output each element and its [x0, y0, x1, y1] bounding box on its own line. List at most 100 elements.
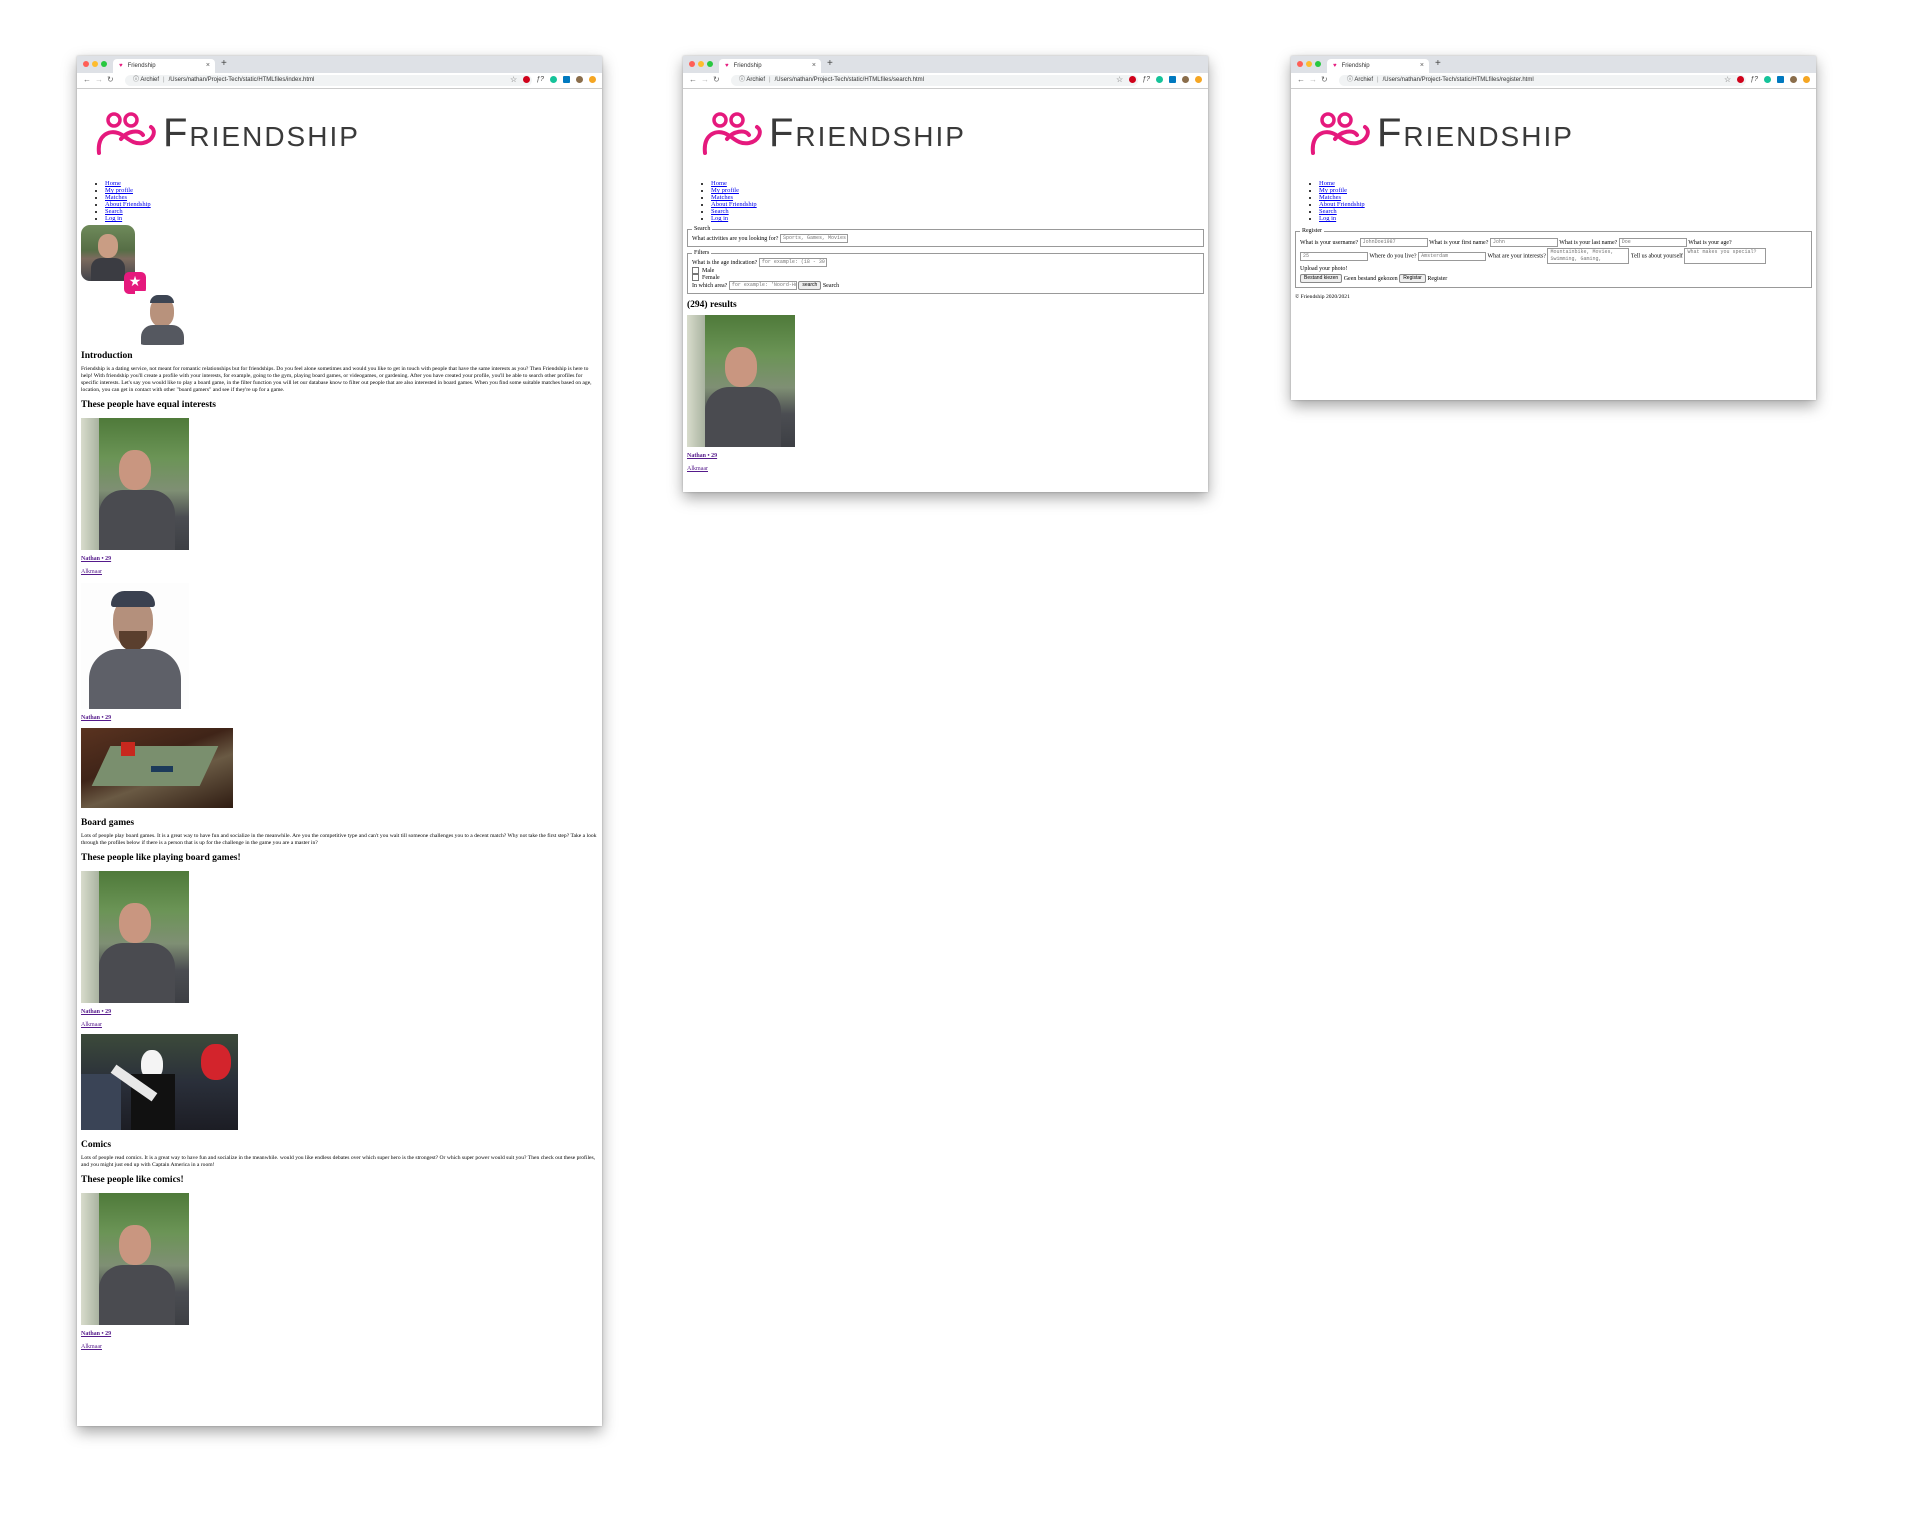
interests-textarea[interactable]: Mountainbike, Movies, Swimming, Gaming, [1547, 248, 1630, 264]
nav-link-search[interactable]: Search [711, 208, 729, 215]
formula-extension-icon[interactable]: ƒ? [1142, 76, 1150, 83]
menu-extension-icon[interactable] [1195, 76, 1202, 83]
choose-file-button[interactable]: Bestand kiezen [1300, 274, 1343, 284]
result-city-link[interactable]: Alkmaar [687, 466, 1204, 472]
reload-icon[interactable]: ↻ [1321, 75, 1328, 84]
nav-link-about[interactable]: About Friendship [105, 201, 151, 208]
nav-item-home[interactable]: Home [711, 180, 1204, 187]
close-window-button[interactable] [1297, 61, 1303, 67]
trello-extension-icon[interactable] [1169, 76, 1176, 83]
reload-icon[interactable]: ↻ [107, 75, 114, 84]
trello-extension-icon[interactable] [1777, 76, 1784, 83]
match-photo[interactable] [81, 583, 189, 709]
trello-extension-icon[interactable] [563, 76, 570, 83]
close-window-button[interactable] [689, 61, 695, 67]
address-bar[interactable]: ⓘ Archief |/Users/nathan/Project-Tech/sta… [125, 75, 532, 86]
minimize-window-button[interactable] [1306, 61, 1312, 67]
nav-link-home[interactable]: Home [1319, 180, 1335, 187]
search-button[interactable]: search [798, 281, 822, 290]
adblock-extension-icon[interactable] [523, 76, 531, 83]
forward-icon[interactable]: → [95, 75, 103, 84]
nav-item-about[interactable]: About Friendship [711, 201, 1204, 208]
reload-icon[interactable]: ↻ [713, 75, 720, 84]
nav-item-login[interactable]: Log in [105, 215, 598, 222]
browser-tab[interactable]: ♥ Friendship × [113, 59, 215, 73]
nav-item-home[interactable]: Home [105, 180, 598, 187]
nav-link-login[interactable]: Log in [1319, 215, 1336, 222]
match-name-link[interactable]: Nathan • 29 [81, 1009, 598, 1015]
browser-tab[interactable]: ♥ Friendship × [719, 59, 821, 73]
bookmark-star-icon[interactable]: ☆ [1116, 75, 1123, 84]
nav-link-home[interactable]: Home [711, 180, 727, 187]
nav-link-my-profile[interactable]: My profile [711, 187, 739, 194]
match-city-link[interactable]: Alkmaar [81, 1344, 598, 1350]
match-photo[interactable] [81, 418, 189, 550]
nav-item-home[interactable]: Home [1319, 180, 1812, 187]
close-window-button[interactable] [83, 61, 89, 67]
forward-icon[interactable]: → [1309, 75, 1317, 84]
formula-extension-icon[interactable]: ƒ? [1750, 76, 1758, 83]
match-name-link[interactable]: Nathan • 29 [81, 715, 598, 721]
firstname-input[interactable]: John [1489, 238, 1558, 248]
adblock-extension-icon[interactable] [1129, 76, 1137, 83]
match-city-link[interactable]: Alkmaar [81, 569, 598, 575]
female-checkbox[interactable] [692, 274, 699, 281]
close-tab-icon[interactable]: × [206, 59, 210, 73]
profile-avatar-icon[interactable] [1182, 76, 1189, 83]
bookmark-star-icon[interactable]: ☆ [510, 75, 517, 84]
nav-link-search[interactable]: Search [1319, 208, 1337, 215]
nav-item-search[interactable]: Search [105, 208, 598, 215]
age-input[interactable]: for example: (18 - 30 yrs) [758, 258, 827, 267]
match-photo[interactable] [81, 871, 189, 1003]
nav-link-search[interactable]: Search [105, 208, 123, 215]
nav-link-matches[interactable]: Matches [1319, 194, 1341, 201]
nav-item-my-profile[interactable]: My profile [711, 187, 1204, 194]
nav-link-home[interactable]: Home [105, 180, 121, 187]
nav-link-matches[interactable]: Matches [105, 194, 127, 201]
register-button[interactable]: Registar [1399, 274, 1426, 284]
username-input[interactable]: JohnDoe1987 [1359, 238, 1428, 248]
close-tab-icon[interactable]: × [1420, 59, 1424, 73]
adblock-extension-icon[interactable] [1737, 76, 1745, 83]
nav-link-my-profile[interactable]: My profile [105, 187, 133, 194]
match-name-link[interactable]: Nathan • 29 [81, 556, 598, 562]
site-logo[interactable]: Friendship [1295, 88, 1812, 178]
nav-item-about[interactable]: About Friendship [105, 201, 598, 208]
minimize-window-button[interactable] [698, 61, 704, 67]
menu-extension-icon[interactable] [589, 76, 596, 83]
male-checkbox[interactable] [692, 267, 699, 274]
match-photo[interactable] [81, 1193, 189, 1325]
new-tab-button[interactable]: + [827, 58, 833, 69]
match-city-link[interactable]: Alkmaar [81, 1022, 598, 1028]
nav-link-matches[interactable]: Matches [711, 194, 733, 201]
nav-item-search[interactable]: Search [1319, 208, 1812, 215]
nav-link-about[interactable]: About Friendship [711, 201, 757, 208]
browser-tab[interactable]: ♥ Friendship × [1327, 59, 1429, 73]
grammarly-extension-icon[interactable] [1156, 76, 1163, 83]
site-logo[interactable]: Friendship [81, 88, 598, 178]
nav-item-login[interactable]: Log in [711, 215, 1204, 222]
profile-avatar-icon[interactable] [576, 76, 583, 83]
new-tab-button[interactable]: + [221, 58, 227, 69]
nav-item-matches[interactable]: Matches [711, 194, 1204, 201]
grammarly-extension-icon[interactable] [1764, 76, 1771, 83]
about-textarea[interactable]: What makes you special? [1684, 248, 1767, 264]
address-bar[interactable]: ⓘ Archief |/Users/nathan/Project-Tech/sta… [1339, 75, 1746, 86]
nav-link-login[interactable]: Log in [105, 215, 122, 222]
back-icon[interactable]: ← [689, 75, 697, 84]
forward-icon[interactable]: → [701, 75, 709, 84]
close-tab-icon[interactable]: × [812, 59, 816, 73]
new-tab-button[interactable]: + [1435, 58, 1441, 69]
profile-avatar-icon[interactable] [1790, 76, 1797, 83]
site-logo[interactable]: Friendship [687, 88, 1204, 178]
nav-item-matches[interactable]: Matches [1319, 194, 1812, 201]
bookmark-star-icon[interactable]: ☆ [1724, 75, 1731, 84]
result-name-link[interactable]: Nathan • 29 [687, 453, 1204, 459]
nav-item-my-profile[interactable]: My profile [105, 187, 598, 194]
back-icon[interactable]: ← [1297, 75, 1305, 84]
address-bar[interactable]: ⓘ Archief |/Users/nathan/Project-Tech/sta… [731, 75, 1138, 86]
back-icon[interactable]: ← [83, 75, 91, 84]
activities-input[interactable]: Sports, Games, Movies [779, 234, 848, 243]
formula-extension-icon[interactable]: ƒ? [536, 76, 544, 83]
match-name-link[interactable]: Nathan • 29 [81, 1331, 598, 1337]
